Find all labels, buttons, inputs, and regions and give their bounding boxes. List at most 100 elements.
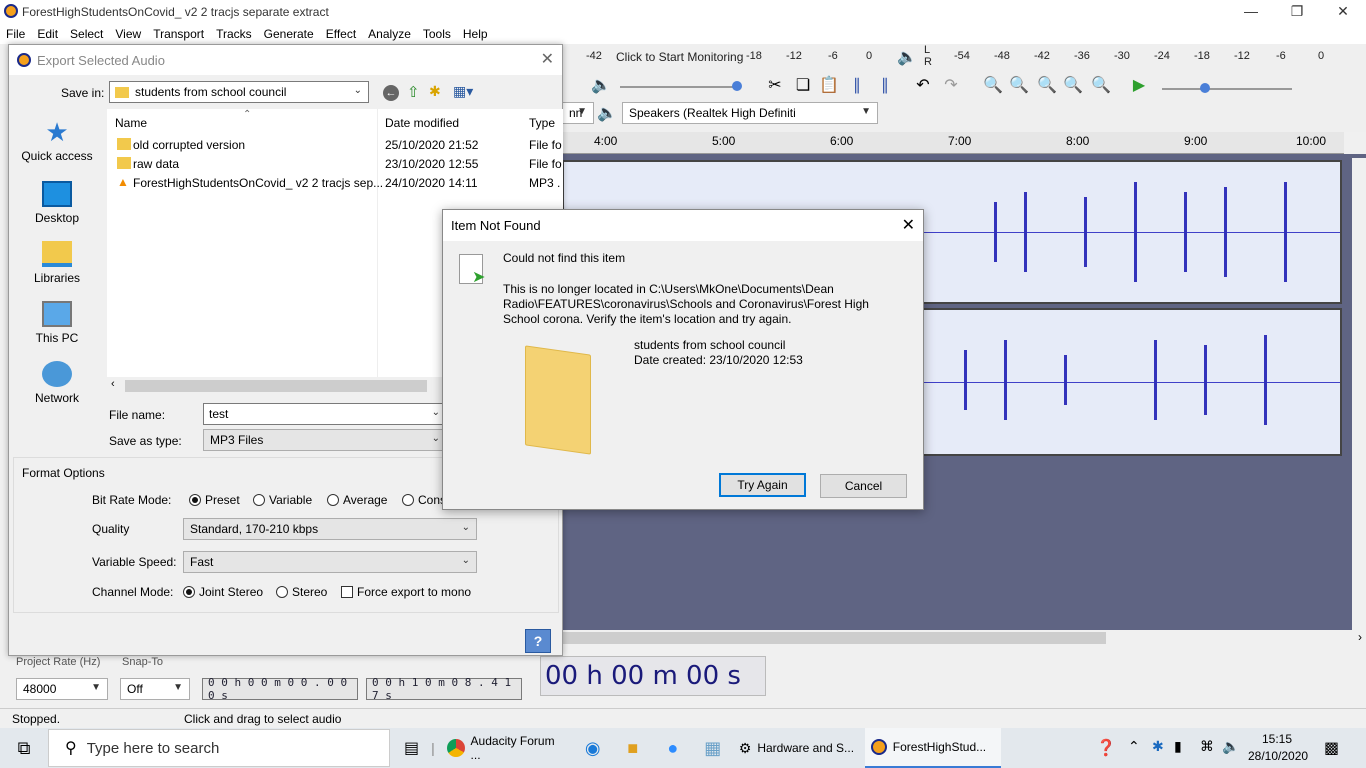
save-type-select[interactable]: MP3 Files ⌄ bbox=[203, 429, 447, 451]
wifi-icon[interactable]: ⌘ bbox=[1200, 738, 1214, 755]
fit-project-icon[interactable]: 🔍 bbox=[1062, 74, 1084, 96]
try-again-button[interactable]: Try Again bbox=[719, 473, 806, 497]
column-name[interactable]: Name bbox=[115, 116, 147, 130]
filename-input[interactable]: test ⌄ bbox=[203, 403, 447, 425]
menu-file[interactable]: File bbox=[0, 27, 31, 41]
menu-tools[interactable]: Tools bbox=[417, 27, 457, 41]
play-at-speed-icon[interactable]: ▶ bbox=[1128, 74, 1150, 96]
windows-start-icon[interactable]: ⧉ bbox=[0, 728, 48, 768]
place-network[interactable]: Network bbox=[21, 361, 93, 405]
file-explorer-icon[interactable]: ■ bbox=[613, 728, 653, 768]
selection-start-field[interactable]: 0 0 h 0 0 m 0 0 . 0 0 0 s bbox=[202, 676, 358, 702]
save-in-select[interactable]: students from school council ⌄ bbox=[109, 81, 369, 103]
column-type[interactable]: Type bbox=[529, 116, 555, 130]
output-device-select[interactable]: Speakers (Realtek High Definiti ▼ bbox=[622, 102, 878, 124]
minimize-button[interactable]: — bbox=[1228, 0, 1274, 24]
trim-icon[interactable]: ∥ bbox=[846, 74, 868, 96]
app-icon[interactable]: ▦ bbox=[693, 728, 733, 768]
up-folder-icon[interactable]: ⇧ bbox=[407, 83, 420, 101]
host-select[interactable]: nn ▼ bbox=[562, 102, 594, 124]
close-dialog-button[interactable]: ✕ bbox=[902, 215, 915, 235]
chevron-down-icon: ⌄ bbox=[461, 555, 470, 566]
taskbar-search[interactable]: ⚲ Type here to search bbox=[48, 729, 390, 767]
paste-icon[interactable]: 📋 bbox=[818, 74, 840, 96]
audio-position-display[interactable]: 00 h 00 m 00 s bbox=[540, 656, 766, 696]
variable-speed-select[interactable]: Fast ⌄ bbox=[183, 551, 477, 573]
copy-icon[interactable]: ❏ bbox=[792, 74, 814, 96]
bluetooth-icon[interactable]: ✱ bbox=[1152, 738, 1164, 755]
speed-thumb-icon[interactable] bbox=[1200, 83, 1210, 93]
place-this-pc[interactable]: This PC bbox=[21, 301, 93, 345]
menu-analyze[interactable]: Analyze bbox=[362, 27, 417, 41]
place-quick-access[interactable]: ★ Quick access bbox=[21, 119, 93, 163]
task-view-icon[interactable]: ▤ bbox=[398, 728, 425, 768]
scroll-left-icon[interactable]: ‹ bbox=[111, 378, 115, 390]
column-date[interactable]: Date modified bbox=[385, 116, 459, 130]
click-monitor-text[interactable]: Click to Start Monitoring bbox=[616, 50, 743, 64]
playback-volume-slider[interactable] bbox=[620, 86, 738, 88]
zoom-out-icon[interactable]: 🔍 bbox=[1008, 74, 1030, 96]
scroll-right-icon[interactable]: › bbox=[1358, 630, 1362, 644]
back-icon[interactable]: ← bbox=[383, 85, 399, 101]
zoom-in-icon[interactable]: 🔍 bbox=[982, 74, 1004, 96]
close-dialog-button[interactable]: ✕ bbox=[541, 49, 554, 69]
joint-stereo-radio[interactable]: Joint Stereo bbox=[183, 585, 263, 599]
menu-transport[interactable]: Transport bbox=[147, 27, 210, 41]
snap-select[interactable]: Off ▼ bbox=[120, 678, 190, 700]
view-menu-icon[interactable]: ▦▾ bbox=[453, 83, 473, 100]
app-icon[interactable]: ◉ bbox=[573, 728, 613, 768]
menu-tracks[interactable]: Tracks bbox=[210, 27, 258, 41]
cut-icon[interactable]: ✂ bbox=[764, 74, 786, 96]
help-tray-icon[interactable]: ❓ bbox=[1096, 738, 1116, 758]
undo-icon[interactable]: ↶ bbox=[912, 74, 934, 96]
fit-selection-icon[interactable]: 🔍 bbox=[1036, 74, 1058, 96]
menu-select[interactable]: Select bbox=[64, 27, 109, 41]
close-window-button[interactable]: ✕ bbox=[1320, 0, 1366, 24]
file-row[interactable]: raw data 23/10/2020 12:55 File fo bbox=[107, 154, 563, 173]
menu-help[interactable]: Help bbox=[457, 27, 494, 41]
menu-generate[interactable]: Generate bbox=[258, 27, 320, 41]
bitrate-average-radio[interactable]: Average bbox=[327, 493, 387, 507]
chevron-up-icon[interactable]: ⌃ bbox=[1128, 738, 1140, 755]
play-speed-slider[interactable] bbox=[1162, 88, 1292, 90]
silence-icon[interactable]: ∥ bbox=[874, 74, 896, 96]
zoom-toggle-icon[interactable]: 🔍 bbox=[1090, 74, 1112, 96]
file-row[interactable]: old corrupted version 25/10/2020 21:52 F… bbox=[107, 135, 563, 154]
place-desktop[interactable]: Desktop bbox=[21, 181, 93, 225]
taskbar-app-chrome[interactable]: Audacity Forum ... bbox=[441, 728, 573, 768]
clock-time[interactable]: 15:15 bbox=[1262, 732, 1292, 746]
project-rate-select[interactable]: 48000 ▼ bbox=[16, 678, 108, 700]
vertical-scrollbar[interactable] bbox=[1352, 158, 1366, 630]
zoom-app-icon[interactable]: ● bbox=[653, 728, 693, 768]
cancel-button[interactable]: Cancel bbox=[820, 474, 907, 498]
waveform-peak bbox=[1224, 187, 1227, 277]
selection-end-field[interactable]: 0 0 h 1 0 m 0 8 . 4 1 7 s bbox=[366, 676, 522, 702]
bitrate-variable-radio[interactable]: Variable bbox=[253, 493, 312, 507]
taskbar-app-audacity[interactable]: ForestHighStud... bbox=[864, 728, 1001, 768]
timeline-ruler[interactable]: 4:00 5:00 6:00 7:00 8:00 9:00 10:00 bbox=[562, 132, 1344, 154]
taskbar-app-control-panel[interactable]: ⚙ Hardware and S... bbox=[733, 728, 865, 768]
stereo-radio[interactable]: Stereo bbox=[276, 585, 327, 599]
horizontal-scrollbar[interactable]: › bbox=[562, 630, 1366, 646]
restore-button[interactable]: ❐ bbox=[1274, 0, 1320, 24]
clock-date[interactable]: 28/10/2020 bbox=[1248, 749, 1308, 763]
battery-icon[interactable]: ▮ bbox=[1174, 738, 1182, 755]
force-mono-checkbox[interactable]: Force export to mono bbox=[341, 585, 471, 599]
file-row[interactable]: ▲ ForestHighStudentsOnCovid_ v2 2 tracjs… bbox=[107, 173, 563, 192]
new-folder-icon[interactable]: ✱ bbox=[429, 83, 441, 100]
slider-thumb-icon[interactable] bbox=[732, 81, 742, 91]
menu-edit[interactable]: Edit bbox=[31, 27, 64, 41]
menu-effect[interactable]: Effect bbox=[320, 27, 362, 41]
place-libraries[interactable]: Libraries bbox=[21, 241, 93, 285]
volume-tray-icon[interactable]: 🔈 bbox=[1222, 738, 1239, 755]
notifications-icon[interactable]: ▩ bbox=[1324, 738, 1339, 758]
speaker-icon[interactable]: 🔈 bbox=[896, 46, 918, 68]
scroll-thumb[interactable] bbox=[562, 632, 1106, 644]
bitrate-constant-radio[interactable]: Cons bbox=[402, 493, 446, 507]
scroll-thumb[interactable] bbox=[125, 380, 427, 392]
redo-icon[interactable]: ↷ bbox=[940, 74, 962, 96]
quality-select[interactable]: Standard, 170-210 kbps ⌄ bbox=[183, 518, 477, 540]
bitrate-preset-radio[interactable]: Preset bbox=[189, 493, 240, 507]
help-button[interactable]: ? bbox=[525, 629, 551, 653]
menu-view[interactable]: View bbox=[109, 27, 147, 41]
